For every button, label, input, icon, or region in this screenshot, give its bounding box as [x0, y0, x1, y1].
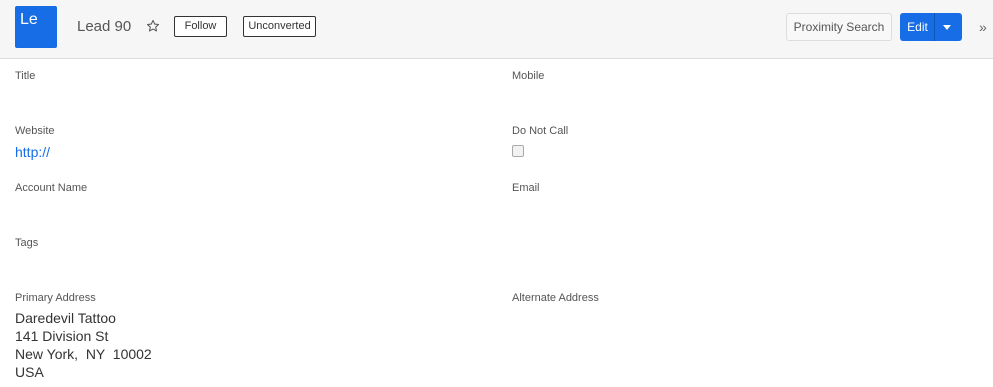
email-label: Email — [512, 182, 540, 194]
address-line: Daredevil Tattoo — [15, 310, 116, 326]
record-header: Le Lead 90 Follow Unconverted Proximity … — [0, 0, 993, 59]
address-line: 141 Division St — [15, 328, 109, 344]
proximity-search-button[interactable]: Proximity Search — [786, 13, 892, 41]
primary-address-label: Primary Address — [15, 292, 96, 304]
address-line: New York, NY 10002 — [15, 346, 152, 362]
do-not-call-checkbox[interactable] — [512, 145, 524, 157]
address-line: USA — [15, 364, 44, 380]
alternate-address-label: Alternate Address — [512, 292, 599, 304]
do-not-call-label: Do Not Call — [512, 125, 569, 137]
website-label: Website — [15, 125, 55, 137]
account-name-label: Account Name — [15, 182, 88, 194]
edit-divider — [934, 13, 935, 41]
website-link[interactable]: http:// — [15, 143, 50, 161]
edit-button[interactable]: Edit — [900, 13, 935, 41]
star-outline-icon[interactable] — [146, 19, 160, 33]
mobile-label: Mobile — [512, 70, 545, 82]
avatar: Le — [15, 6, 57, 48]
caret-down-icon[interactable] — [943, 25, 951, 30]
record-title: Lead 90 — [77, 18, 132, 35]
tags-label: Tags — [15, 237, 39, 249]
edit-button-group[interactable]: Edit — [900, 13, 962, 41]
follow-button[interactable]: Follow — [174, 16, 227, 37]
status-badge: Unconverted — [243, 16, 316, 37]
double-chevron-right-icon[interactable]: » — [979, 19, 987, 35]
title-label: Title — [15, 70, 36, 82]
